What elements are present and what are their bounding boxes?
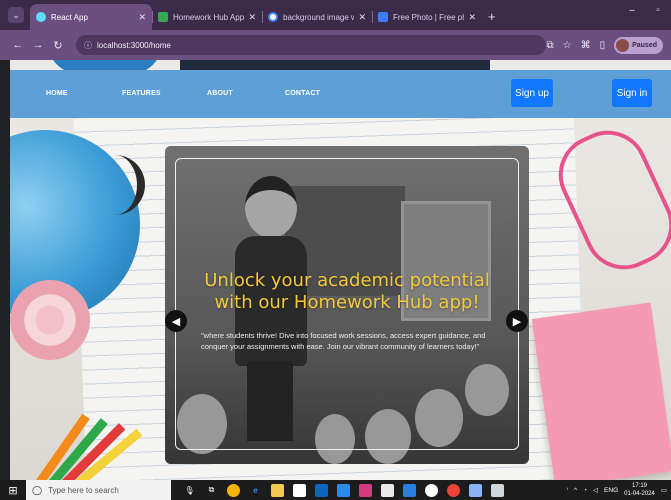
browser-toolbar: ← → ↻ ⓘ localhost:3000/home ⧉ ☆ ⌘ ▯ Paus…	[0, 30, 671, 60]
profile-button[interactable]: Paused	[614, 36, 663, 54]
tab-background-image[interactable]: background image with colorfu ✕	[262, 4, 372, 30]
teams-icon[interactable]	[337, 483, 350, 497]
edge-icon[interactable]: e	[249, 484, 262, 497]
close-tab-icon[interactable]: ✕	[248, 12, 256, 23]
hero-headline: Unlock your academic potential with our …	[204, 270, 490, 313]
tab-title: Homework Hub App Efficiently	[173, 12, 245, 22]
forward-icon[interactable]: →	[28, 39, 48, 51]
address-bar[interactable]: ⓘ localhost:3000/home	[76, 35, 546, 55]
hero-card: Unlock your academic potential with our …	[165, 146, 529, 464]
hero-description: "where students thrive! Dive into focuse…	[201, 331, 486, 351]
close-tab-icon[interactable]: ✕	[468, 12, 476, 23]
tab-title: background image with colorfu	[283, 12, 355, 22]
window-controls: – ▫	[619, 0, 671, 22]
site-info-icon[interactable]: ⓘ	[84, 40, 92, 51]
avatar	[616, 38, 630, 52]
cortana-icon: ◯	[32, 484, 43, 495]
mic-icon[interactable]: 🎙	[183, 484, 196, 497]
clock[interactable]: 17:19 01-04-2024	[624, 482, 655, 498]
tool-icon[interactable]	[381, 483, 394, 497]
app-icon-2[interactable]	[469, 483, 482, 497]
reload-icon[interactable]: ↻	[48, 39, 68, 52]
chrome-icon[interactable]	[227, 483, 240, 497]
react-favicon-icon	[36, 12, 46, 22]
network-icon[interactable]: ◔	[583, 487, 587, 494]
restore-icon[interactable]: ▫	[645, 0, 671, 22]
windows-taskbar: ⊞ ◯ Type here to search 🎙 ⧉ e ⁱ ^ ◔ ◁ EN…	[0, 480, 671, 500]
browser-tab-strip: ⌄ React App ✕ Homework Hub App Efficient…	[0, 0, 671, 30]
sign-up-button[interactable]: Sign up	[511, 79, 553, 107]
clock-time: 17:19	[631, 483, 647, 489]
chrome-alt-icon[interactable]	[447, 483, 460, 497]
extensions-icon[interactable]: ⌘	[581, 40, 591, 51]
carousel-next-button[interactable]: ▶	[506, 310, 528, 332]
page-viewport: HOME FEATURES ABOUT CONTACT Sign up Sign…	[10, 60, 671, 480]
sidepanel-icon[interactable]: ▯	[600, 40, 606, 51]
freepik-favicon-icon	[378, 12, 388, 22]
windows-start-icon[interactable]: ⊞	[0, 480, 26, 500]
tab-homework-hub[interactable]: Homework Hub App Efficiently ✕	[152, 4, 262, 30]
profile-status: Paused	[632, 41, 657, 49]
photos-icon[interactable]	[491, 483, 504, 497]
nav-home[interactable]: HOME	[46, 90, 68, 97]
nav-contact[interactable]: CONTACT	[285, 90, 320, 97]
bookmark-star-icon[interactable]: ☆	[563, 40, 572, 51]
illustrator-icon[interactable]	[359, 483, 372, 497]
sign-in-button[interactable]: Sign in	[612, 79, 652, 107]
nav-about[interactable]: ABOUT	[207, 90, 233, 97]
notifications-icon[interactable]: ▭	[661, 486, 667, 494]
carousel-prev-button[interactable]: ◀	[165, 310, 187, 332]
clock-date: 01-04-2024	[624, 491, 655, 497]
new-tab-button[interactable]: +	[488, 9, 496, 24]
cast-icon[interactable]: ⧉	[546, 40, 553, 51]
close-tab-icon[interactable]: ✕	[358, 12, 366, 23]
close-tab-icon[interactable]: ✕	[138, 12, 146, 23]
minimize-icon[interactable]: –	[619, 0, 645, 22]
file-explorer-icon[interactable]	[271, 483, 284, 497]
people-icon[interactable]: ⁱ	[567, 486, 568, 494]
tab-title: React App	[51, 12, 88, 22]
back-icon[interactable]: ←	[8, 39, 28, 51]
google-favicon-icon	[268, 12, 278, 22]
language-indicator[interactable]: ENG	[604, 487, 618, 494]
tab-react-app[interactable]: React App ✕	[30, 4, 152, 30]
task-view-icon[interactable]: ⧉	[205, 484, 218, 497]
store-icon[interactable]	[293, 483, 306, 497]
nav-features[interactable]: FEATURES	[122, 90, 161, 97]
site-navbar: HOME FEATURES ABOUT CONTACT Sign up Sign…	[10, 70, 671, 118]
mail-icon[interactable]	[315, 483, 328, 497]
tab-free-photo[interactable]: Free Photo | Free photo interna ✕	[372, 4, 482, 30]
taskbar-search-box[interactable]: ◯ Type here to search	[26, 480, 171, 500]
doc-favicon-icon	[158, 12, 168, 22]
vscode-icon[interactable]	[403, 483, 416, 497]
search-placeholder: Type here to search	[48, 485, 119, 495]
app-icon[interactable]	[425, 483, 438, 497]
url-text: localhost:3000/home	[97, 40, 171, 50]
volume-icon[interactable]: ◁	[593, 486, 598, 494]
tab-title: Free Photo | Free photo interna	[393, 12, 465, 22]
tray-chevron-icon[interactable]: ^	[574, 487, 577, 494]
tab-search-icon[interactable]: ⌄	[8, 7, 24, 23]
